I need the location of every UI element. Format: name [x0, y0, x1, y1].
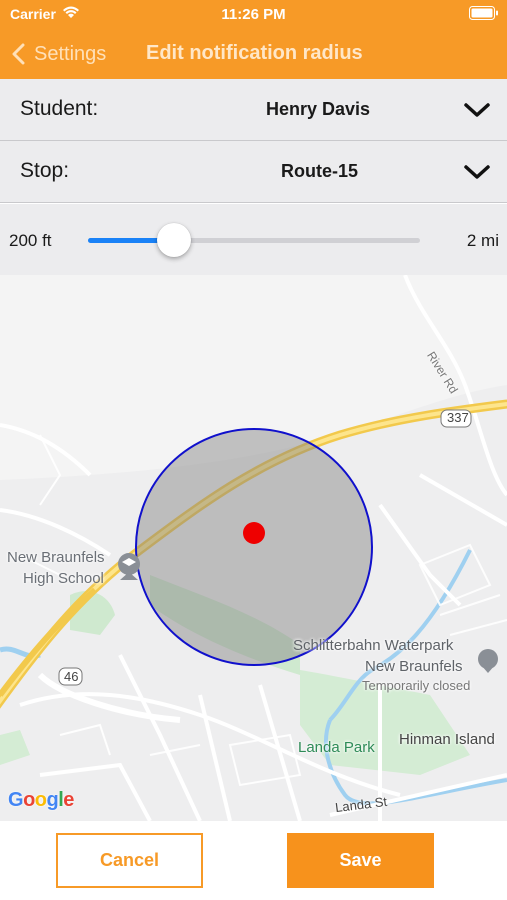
school-label-line2: High School [23, 570, 104, 587]
radius-slider[interactable] [88, 223, 420, 257]
waterpark-label-line1: Schlitterbahn Waterpark [293, 637, 454, 654]
chevron-down-icon[interactable] [463, 160, 491, 184]
route-337-label: 337 [447, 410, 469, 425]
stop-label: Stop: [20, 159, 70, 182]
waterpark-pin-icon [478, 649, 498, 673]
stop-marker [243, 522, 265, 544]
action-bar: Cancel Save [0, 821, 507, 900]
slider-min-label: 200 ft [9, 231, 52, 250]
route-46-label: 46 [64, 669, 79, 684]
map-view[interactable]: 337 46 River Rd New Braunfels High Schoo… [0, 275, 507, 821]
page-title: Edit notification radius [146, 42, 363, 64]
school-label-line1: New Braunfels [7, 549, 105, 566]
save-button[interactable]: Save [287, 833, 434, 888]
student-picker[interactable]: Student: Henry Davis [0, 79, 507, 141]
stop-picker[interactable]: Stop: Route-15 [0, 141, 507, 203]
landa-park-label: Landa Park [298, 739, 375, 756]
notification-radius-circle [135, 428, 373, 666]
slider-max-label: 2 mi [466, 231, 499, 250]
status-bar: Carrier 11:26 PM [0, 0, 507, 28]
student-value: Henry Davis [266, 99, 371, 119]
hinman-island-label: Hinman Island [399, 731, 495, 748]
slider-thumb[interactable] [157, 223, 192, 257]
battery-icon [469, 6, 498, 20]
waterpark-status-label: Temporarily closed [362, 678, 471, 693]
school-pin-icon [118, 553, 140, 580]
radius-slider-row: 200 ft 2 mi [0, 204, 507, 275]
app-header: Carrier 11:26 PM Settings Edit notificat… [0, 0, 507, 79]
google-attribution: Google [8, 789, 74, 811]
navigation-bar: Settings Edit notification radius [0, 32, 507, 76]
cancel-button[interactable]: Cancel [56, 833, 203, 888]
chevron-down-icon[interactable] [463, 98, 491, 122]
waterpark-label-line2: New Braunfels [365, 658, 463, 675]
student-label: Student: [20, 97, 99, 120]
back-button-label: Settings [34, 42, 107, 65]
chevron-left-icon [12, 43, 25, 65]
back-button[interactable]: Settings [10, 36, 106, 72]
clock: 11:26 PM [221, 6, 286, 23]
stop-value: Route-15 [281, 161, 359, 181]
